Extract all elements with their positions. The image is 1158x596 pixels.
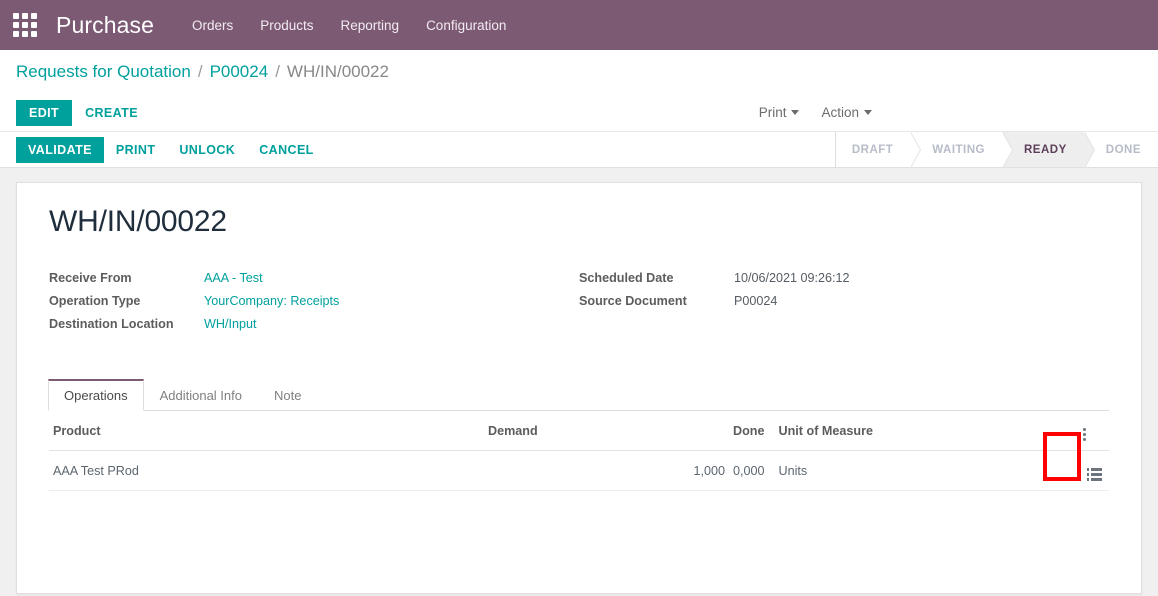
breadcrumb-separator: / <box>275 62 280 81</box>
list-lines-icon[interactable] <box>1086 468 1102 481</box>
column-header-unit-of-measure[interactable]: Unit of Measure <box>768 411 1079 451</box>
field-source-document: Source Document P00024 <box>579 294 1109 308</box>
notebook-tabs: Operations Additional Info Note <box>48 378 1109 411</box>
page-title: WH/IN/00022 <box>49 205 227 238</box>
tab-operations[interactable]: Operations <box>48 379 144 411</box>
field-value[interactable]: WH/Input <box>204 317 257 331</box>
status-step-waiting[interactable]: WAITING <box>910 131 1013 168</box>
tab-note[interactable]: Note <box>258 379 317 411</box>
tab-additional-info[interactable]: Additional Info <box>144 379 258 411</box>
menu-item-reporting[interactable]: Reporting <box>341 18 400 33</box>
cell-detail-action[interactable] <box>1079 450 1109 491</box>
field-label: Operation Type <box>49 294 141 308</box>
cancel-button[interactable]: CANCEL <box>247 137 325 163</box>
breadcrumb-item-current: WH/IN/00022 <box>286 62 389 81</box>
content-area: WH/IN/00022 Receive From AAA - Test Oper… <box>0 168 1158 596</box>
field-operation-type: Operation Type YourCompany: Receipts <box>49 294 579 308</box>
apps-grid-icon[interactable] <box>8 8 42 42</box>
status-pipeline: DRAFT WAITING READY DONE <box>834 131 1158 168</box>
unlock-button[interactable]: UNLOCK <box>167 137 247 163</box>
print-dropdown[interactable]: Print <box>759 105 800 120</box>
field-value[interactable]: YourCompany: Receipts <box>204 294 339 308</box>
operations-table: Product Demand Done Unit of Measure AAA … <box>49 411 1109 491</box>
app-brand-title[interactable]: Purchase <box>56 12 154 39</box>
field-value: 10/06/2021 09:26:12 <box>734 271 850 285</box>
print-dropdown-label: Print <box>758 105 787 120</box>
workflow-buttons: VALIDATE PRINT UNLOCK CANCEL <box>0 132 326 167</box>
menu-item-orders[interactable]: Orders <box>192 18 233 33</box>
chevron-down-icon <box>864 110 872 115</box>
status-step-draft[interactable]: DRAFT <box>835 131 922 168</box>
record-dropdowns: Print Action <box>759 105 872 120</box>
main-menu: Orders Products Reporting Configuration <box>192 18 506 33</box>
cell-demand[interactable]: 1,000 <box>484 450 729 491</box>
table-row[interactable]: AAA Test PRod 1,000 0,000 Units <box>49 450 1109 491</box>
menu-item-products[interactable]: Products <box>260 18 313 33</box>
column-header-done[interactable]: Done <box>729 411 769 451</box>
field-value: P00024 <box>734 294 778 308</box>
chevron-down-icon <box>791 110 800 115</box>
cell-unit-of-measure[interactable]: Units <box>768 450 1079 491</box>
action-dropdown-label: Action <box>821 105 859 120</box>
field-value[interactable]: AAA - Test <box>204 271 263 285</box>
table-body: AAA Test PRod 1,000 0,000 Units <box>49 450 1109 491</box>
field-destination-location: Destination Location WH/Input <box>49 317 579 331</box>
breadcrumb-item-p00024[interactable]: P00024 <box>210 62 269 82</box>
form-grid: Receive From AAA - Test Operation Type Y… <box>49 271 1109 340</box>
vertical-dots-icon[interactable] <box>1083 428 1086 441</box>
cell-done[interactable]: 0,000 <box>729 450 769 491</box>
field-label: Scheduled Date <box>579 271 674 285</box>
column-header-demand[interactable]: Demand <box>484 411 729 451</box>
apps-grid-glyph <box>13 13 37 37</box>
menu-item-configuration[interactable]: Configuration <box>426 18 506 33</box>
breadcrumb-item-requests-for-quotation[interactable]: Requests for Quotation <box>16 62 191 82</box>
cell-product[interactable]: AAA Test PRod <box>49 450 484 491</box>
field-scheduled-date: Scheduled Date 10/06/2021 09:26:12 <box>579 271 1109 285</box>
field-label: Receive From <box>49 271 132 285</box>
status-step-done[interactable]: DONE <box>1083 132 1158 167</box>
print-button[interactable]: PRINT <box>104 137 168 163</box>
breadcrumb: Requests for Quotation / P00024 / WH/IN/… <box>0 50 1158 94</box>
form-column-right: Scheduled Date 10/06/2021 09:26:12 Sourc… <box>579 271 1109 340</box>
form-column-left: Receive From AAA - Test Operation Type Y… <box>49 271 579 340</box>
field-receive-from: Receive From AAA - Test <box>49 271 579 285</box>
edit-button[interactable]: EDIT <box>16 99 73 126</box>
column-header-product[interactable]: Product <box>49 411 484 451</box>
record-sheet: WH/IN/00022 Receive From AAA - Test Oper… <box>16 182 1142 594</box>
action-dropdown[interactable]: Action <box>821 105 872 120</box>
status-step-ready[interactable]: READY <box>1002 131 1095 168</box>
top-navbar: Purchase Orders Products Reporting Confi… <box>0 0 1158 50</box>
optional-columns-toggle[interactable] <box>1079 411 1109 451</box>
create-button[interactable]: CREATE <box>72 100 151 126</box>
record-actions-bar: EDIT CREATE Print Action <box>0 94 1158 132</box>
validate-button[interactable]: VALIDATE <box>16 136 104 163</box>
breadcrumb-separator: / <box>197 62 203 81</box>
table-header-row: Product Demand Done Unit of Measure <box>49 411 1109 451</box>
table-header: Product Demand Done Unit of Measure <box>49 411 1109 451</box>
field-label: Source Document <box>579 294 687 308</box>
status-bar: VALIDATE PRINT UNLOCK CANCEL DRAFT WAITI… <box>0 131 1158 168</box>
field-label: Destination Location <box>49 317 174 331</box>
